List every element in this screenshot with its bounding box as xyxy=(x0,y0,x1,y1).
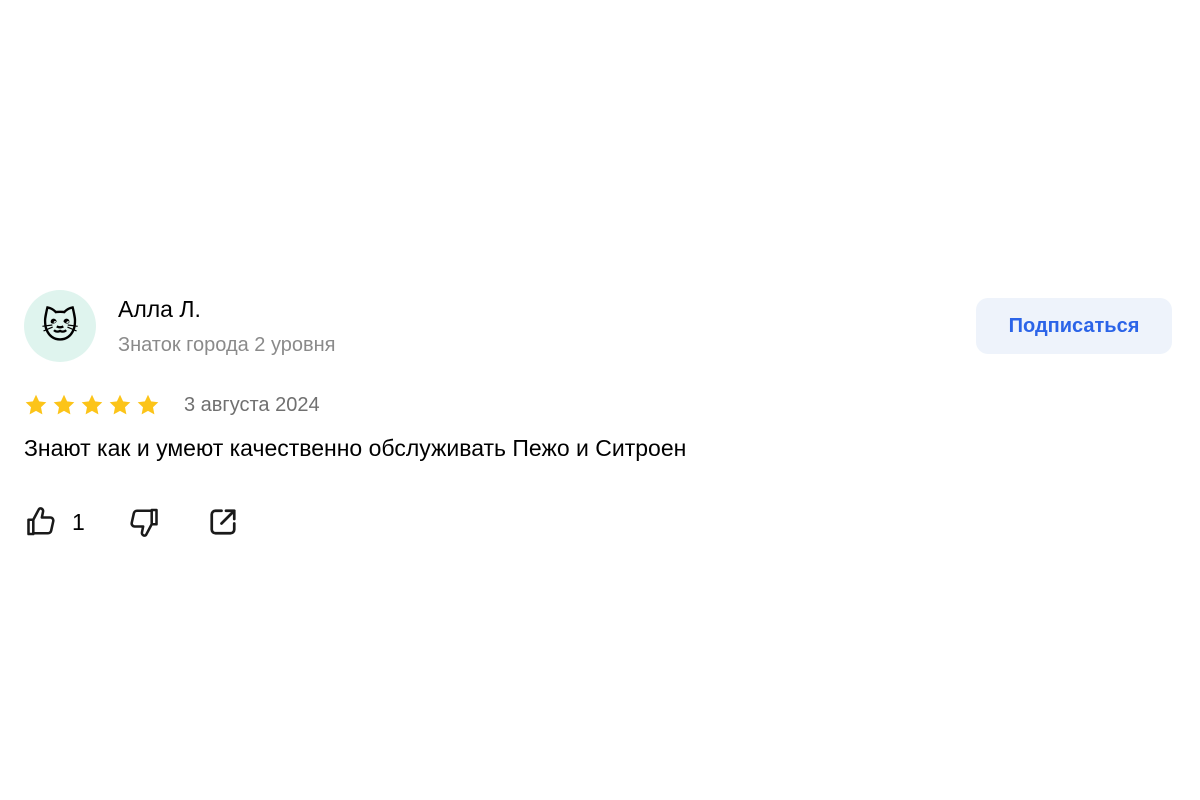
star-icon xyxy=(109,394,131,415)
review-card: 🐱 Алла Л. Знаток города 2 уровня Подписа… xyxy=(24,290,1172,542)
share-button[interactable] xyxy=(205,504,241,540)
thumbs-down-icon xyxy=(130,508,158,537)
cat-face-icon: 🐱 xyxy=(41,305,79,346)
review-meta: 3 августа 2024 xyxy=(24,390,1172,420)
share-icon xyxy=(210,509,236,535)
author-level: Знаток города 2 уровня xyxy=(118,334,336,356)
subscribe-button[interactable]: Подписаться xyxy=(976,298,1172,354)
avatar[interactable]: 🐱 xyxy=(24,290,96,362)
star-icon xyxy=(81,394,103,415)
review-actions: 1 xyxy=(24,502,1172,542)
like-count: 1 xyxy=(72,508,85,535)
star-icon xyxy=(137,394,159,415)
star-icon xyxy=(53,394,75,415)
rating-stars xyxy=(24,393,160,417)
author-name[interactable]: Алла Л. xyxy=(118,296,201,323)
review-text: Знают как и умеют качественно обслуживат… xyxy=(24,435,687,461)
review-header: 🐱 Алла Л. Знаток города 2 уровня Подписа… xyxy=(24,290,1172,362)
dislike-button[interactable] xyxy=(125,504,161,540)
thumbs-up-icon xyxy=(27,507,55,536)
star-icon xyxy=(25,394,47,415)
review-date: 3 августа 2024 xyxy=(184,393,320,416)
like-button[interactable]: 1 xyxy=(24,504,85,540)
